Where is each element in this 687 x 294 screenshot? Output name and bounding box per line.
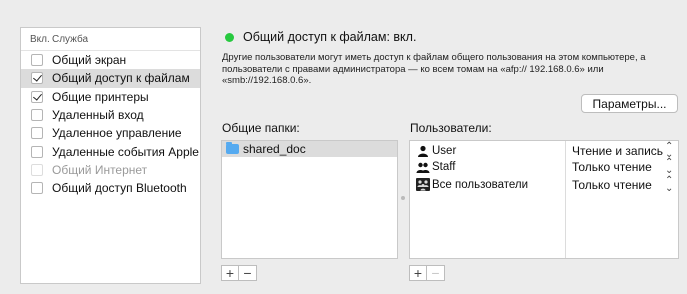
users-add-remove: + − (409, 265, 445, 281)
user-name: Staff (432, 160, 456, 173)
service-row[interactable]: Удаленный вход (21, 106, 200, 124)
column-header-on[interactable]: Вкл. (21, 34, 52, 45)
service-label: Удаленные события Apple (52, 144, 199, 159)
service-checkbox-cell (21, 72, 52, 85)
shared-folders-list[interactable]: shared_doc (221, 140, 398, 259)
group-icon (416, 160, 430, 173)
service-label: Общий Интернет (52, 162, 148, 177)
service-label: Удаленное управление (52, 126, 182, 141)
single-user-icon (416, 144, 430, 157)
user-name: User (432, 144, 457, 157)
service-checkbox[interactable] (30, 90, 43, 103)
service-label: Общий экран (52, 53, 127, 68)
service-label: Общий доступ к файлам (52, 71, 190, 86)
service-checkbox[interactable] (30, 163, 43, 176)
service-checkbox-cell (21, 163, 52, 176)
add-user-button[interactable]: + (409, 265, 427, 281)
service-checkbox-cell (21, 127, 52, 140)
permission-popup[interactable]: Только чтение (572, 160, 652, 174)
add-folder-button[interactable]: + (221, 265, 239, 281)
service-row[interactable]: Удаленное управление (21, 124, 200, 142)
service-label: Общие принтеры (52, 89, 149, 104)
service-row[interactable]: Общие принтеры (21, 88, 200, 106)
remove-user-button[interactable]: − (427, 265, 445, 281)
shared-folder-name: shared_doc (243, 142, 306, 156)
service-checkbox-cell (21, 90, 52, 103)
services-rows: Общий экран Общий доступ к файлам Общие пр… (21, 51, 200, 197)
service-row[interactable]: Общий Интернет (21, 161, 200, 179)
shared-folder-row[interactable]: shared_doc (222, 141, 397, 157)
users-list[interactable]: User Чтение и запись ⌃ ⌄ Staff Только чтение ⌃… (409, 140, 679, 259)
user-row[interactable]: User Чтение и запись ⌃ ⌄ (410, 141, 678, 159)
service-checkbox[interactable] (30, 182, 43, 195)
user-name: Все пользователи (432, 178, 529, 191)
service-checkbox[interactable] (30, 145, 43, 158)
service-row[interactable]: Общий доступ Bluetooth (21, 179, 200, 197)
remove-folder-button[interactable]: − (239, 265, 257, 281)
user-row[interactable]: Staff Только чтение ⌃ ⌄ (410, 156, 678, 176)
split-view-handle[interactable] (401, 196, 405, 200)
service-row[interactable]: Общий доступ к файлам (21, 69, 200, 88)
service-label: Общий доступ Bluetooth (52, 181, 187, 196)
service-label: Удаленный вход (52, 108, 144, 123)
column-header-service[interactable]: Служба (52, 34, 88, 45)
status-text: Общий доступ к файлам: вкл. (243, 30, 417, 44)
service-checkbox[interactable] (30, 72, 43, 85)
popup-arrows-icon: ⌃ ⌄ (665, 156, 674, 176)
services-list: Вкл. Служба Общий экран Общий доступ к фа… (20, 27, 201, 284)
options-button[interactable]: Параметры... (581, 94, 678, 113)
status-indicator-icon (225, 32, 234, 42)
service-checkbox[interactable] (30, 54, 43, 67)
service-checkbox-cell (21, 145, 52, 158)
services-list-header: Вкл. Служба (21, 28, 200, 51)
service-row[interactable]: Удаленные события Apple (21, 142, 200, 160)
service-row[interactable]: Общий экран (21, 51, 200, 69)
user-row[interactable]: Все пользователи Только чтение ⌃ ⌄ (410, 174, 678, 194)
service-checkbox-cell (21, 182, 52, 195)
service-checkbox-cell (21, 109, 52, 122)
sharing-status: Общий доступ к файлам: вкл. (225, 30, 416, 44)
everyone-icon (416, 178, 430, 191)
permission-popup[interactable]: Чтение и запись (572, 144, 663, 158)
folder-icon (226, 142, 239, 154)
sharing-description: Другие пользователи могут иметь доступ к… (222, 52, 646, 86)
service-checkbox[interactable] (30, 127, 43, 140)
popup-arrows-icon: ⌃ ⌄ (665, 174, 674, 194)
permission-popup[interactable]: Только чтение (572, 178, 652, 192)
service-checkbox[interactable] (30, 109, 43, 122)
folders-add-remove: + − (221, 265, 257, 281)
shared-folders-label: Общие папки: (222, 121, 300, 135)
service-checkbox-cell (21, 54, 52, 67)
users-label: Пользователи: (410, 121, 492, 135)
